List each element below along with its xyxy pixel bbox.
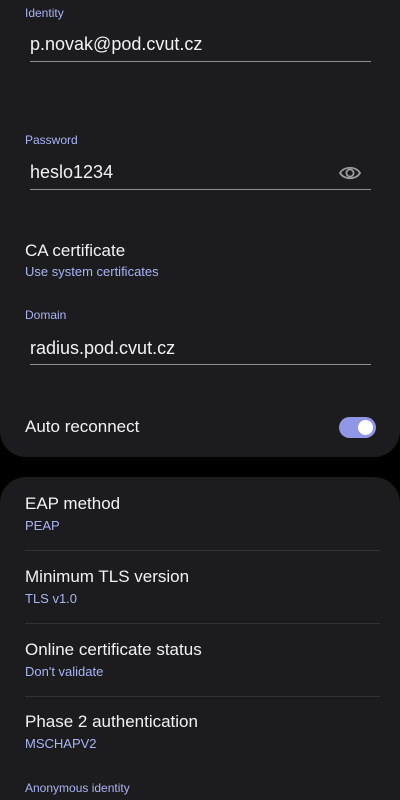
ca-certificate-title: CA certificate bbox=[25, 241, 126, 260]
minimum-tls-value: TLS v1.0 bbox=[25, 591, 78, 606]
auto-reconnect-label: Auto reconnect bbox=[25, 417, 140, 436]
eap-method-value: PEAP bbox=[25, 518, 60, 533]
password-field[interactable]: heslo1234 bbox=[30, 160, 113, 184]
identity-label: Identity bbox=[25, 6, 64, 20]
password-label: Password bbox=[25, 133, 78, 147]
phase2-authentication-row[interactable]: Phase 2 authentication MSCHAPV2 bbox=[0, 703, 400, 767]
minimum-tls-row[interactable]: Minimum TLS version TLS v1.0 bbox=[0, 558, 400, 622]
anonymous-identity-label: Anonymous identity bbox=[25, 781, 130, 795]
eye-icon bbox=[338, 164, 362, 182]
divider bbox=[25, 550, 380, 551]
wifi-network-settings-screen: Identity p.novak@pod.cvut.cz Password he… bbox=[0, 0, 400, 800]
eap-method-title: EAP method bbox=[25, 494, 121, 513]
domain-label: Domain bbox=[25, 308, 67, 322]
minimum-tls-title: Minimum TLS version bbox=[25, 567, 190, 586]
switch-thumb bbox=[358, 420, 373, 435]
domain-field[interactable]: radius.pod.cvut.cz bbox=[30, 336, 175, 360]
password-underline bbox=[30, 189, 371, 190]
identity-underline bbox=[30, 61, 371, 62]
online-certificate-status-value: Don't validate bbox=[25, 664, 104, 679]
online-certificate-status-title: Online certificate status bbox=[25, 640, 202, 659]
ca-certificate-value: Use system certificates bbox=[25, 264, 159, 279]
show-password-toggle[interactable] bbox=[337, 163, 363, 183]
divider bbox=[25, 696, 380, 697]
divider bbox=[25, 623, 380, 624]
ca-certificate-row[interactable]: CA certificate Use system certificates bbox=[0, 232, 400, 286]
phase2-authentication-value: MSCHAPV2 bbox=[25, 736, 97, 751]
online-certificate-status-row[interactable]: Online certificate status Don't validate bbox=[0, 631, 400, 695]
phase2-authentication-title: Phase 2 authentication bbox=[25, 712, 198, 731]
eap-method-row[interactable]: EAP method PEAP bbox=[0, 485, 400, 549]
auto-reconnect-switch[interactable] bbox=[339, 417, 376, 438]
identity-field[interactable]: p.novak@pod.cvut.cz bbox=[30, 32, 202, 56]
network-credentials-card bbox=[0, 0, 400, 457]
domain-underline bbox=[30, 364, 371, 365]
